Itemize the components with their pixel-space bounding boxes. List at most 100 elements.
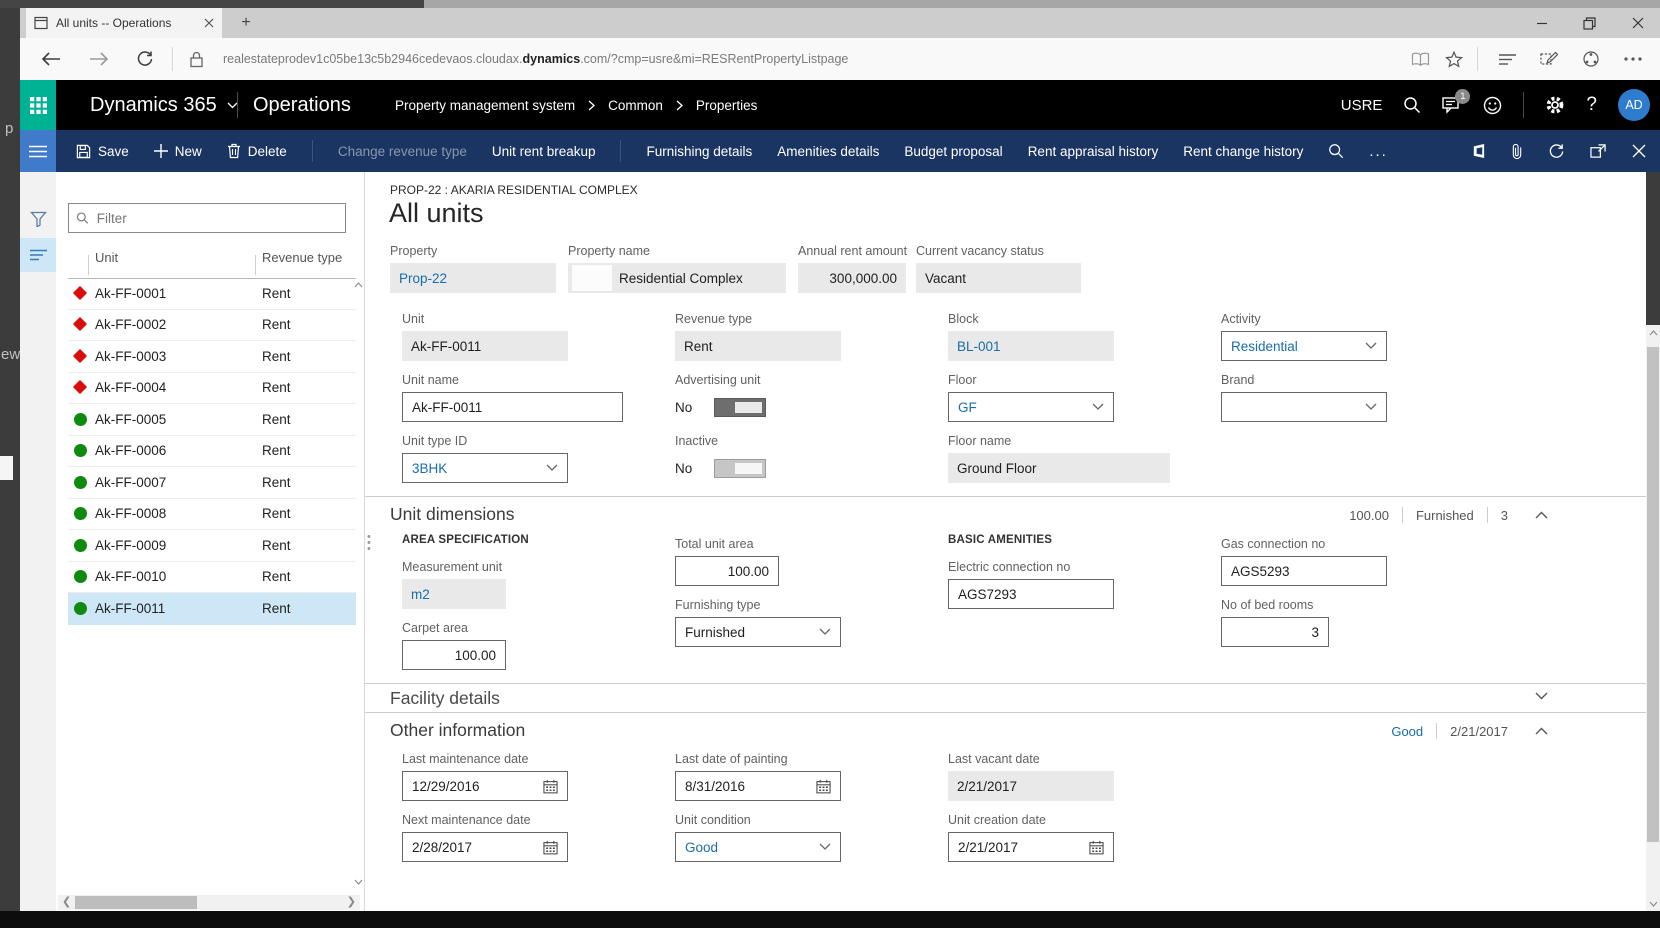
- tab-close-icon[interactable]: [204, 18, 214, 28]
- close-pane-icon[interactable]: [1632, 144, 1646, 158]
- unit-type-id-select[interactable]: 3BHK: [402, 453, 568, 483]
- office-icon[interactable]: [1471, 143, 1486, 159]
- delete-button[interactable]: Delete: [227, 143, 287, 159]
- electric-connection-input[interactable]: AGS7293: [948, 579, 1114, 609]
- collapse-chevron-up-icon[interactable]: [1535, 511, 1548, 519]
- last-date-of-painting-input[interactable]: 8/31/2016: [675, 771, 841, 801]
- menu-hamburger-icon[interactable]: [20, 130, 56, 172]
- list-item[interactable]: Ak-FF-0007Rent: [68, 467, 356, 499]
- settings-icon[interactable]: [1545, 95, 1565, 115]
- column-header-unit[interactable]: Unit: [95, 250, 118, 265]
- breadcrumb-item[interactable]: Property management system: [395, 98, 575, 113]
- block-link[interactable]: BL-001: [957, 339, 1001, 354]
- unit-rent-breakup-button[interactable]: Unit rent breakup: [492, 144, 596, 159]
- property-link[interactable]: Prop-22: [399, 271, 447, 286]
- scroll-up-icon[interactable]: [1646, 330, 1660, 336]
- forward-button[interactable]: [82, 42, 116, 76]
- list-item[interactable]: Ak-FF-0006Rent: [68, 435, 356, 467]
- unit-name-input[interactable]: Ak-FF-0011: [402, 392, 623, 422]
- breadcrumb-item[interactable]: Properties: [696, 98, 758, 113]
- brand-select[interactable]: [1221, 392, 1387, 422]
- collapse-chevron-up-icon[interactable]: [1535, 727, 1548, 735]
- next-maintenance-date-input[interactable]: 2/28/2017: [402, 832, 568, 862]
- share-icon[interactable]: [1574, 42, 1608, 76]
- back-button[interactable]: [34, 42, 68, 76]
- filter-field[interactable]: [68, 203, 346, 233]
- inactive-toggle[interactable]: [714, 459, 766, 478]
- advertising-unit-toggle[interactable]: [714, 398, 766, 417]
- scrollbar-thumb[interactable]: [1647, 347, 1659, 842]
- app-launcher-icon[interactable]: [20, 80, 56, 130]
- hub-icon[interactable]: [1490, 42, 1524, 76]
- unit-condition-select[interactable]: Good: [675, 832, 841, 862]
- calendar-icon[interactable]: [543, 779, 558, 794]
- window-close-button[interactable]: [1615, 8, 1660, 38]
- furnishing-details-button[interactable]: Furnishing details: [646, 144, 752, 159]
- breadcrumb-item[interactable]: Common: [608, 98, 663, 113]
- list-item-selected[interactable]: Ak-FF-0011Rent: [68, 593, 356, 625]
- open-in-new-window-icon[interactable]: [1590, 143, 1607, 159]
- form-vertical-scrollbar[interactable]: [1646, 325, 1660, 911]
- scroll-down-icon[interactable]: [1646, 901, 1660, 907]
- list-view-icon[interactable]: [20, 238, 56, 272]
- list-item[interactable]: Ak-FF-0010Rent: [68, 561, 356, 593]
- scroll-left-icon[interactable]: ❮: [62, 895, 71, 910]
- favorites-star-icon[interactable]: [1437, 42, 1471, 76]
- last-maintenance-date-input[interactable]: 12/29/2016: [402, 771, 568, 801]
- list-item[interactable]: Ak-FF-0009Rent: [68, 530, 356, 562]
- budget-proposal-button[interactable]: Budget proposal: [904, 144, 1002, 159]
- bed-rooms-input[interactable]: 3: [1221, 617, 1329, 647]
- section-other-information[interactable]: Other information Good 2/21/2017: [365, 712, 1646, 749]
- section-unit-dimensions[interactable]: Unit dimensions 100.00 Furnished 3: [365, 496, 1646, 533]
- calendar-icon[interactable]: [543, 840, 558, 855]
- total-unit-area-input[interactable]: 100.00: [675, 556, 779, 586]
- list-item[interactable]: Ak-FF-0003Rent: [68, 341, 356, 373]
- save-button[interactable]: Save: [76, 144, 129, 159]
- list-item[interactable]: Ak-FF-0008Rent: [68, 498, 356, 530]
- section-facility-details[interactable]: Facility details: [365, 683, 1646, 713]
- filter-icon[interactable]: [20, 202, 56, 236]
- calendar-icon[interactable]: [816, 779, 831, 794]
- list-item[interactable]: Ak-FF-0002Rent: [68, 309, 356, 341]
- amenities-details-button[interactable]: Amenities details: [777, 144, 879, 159]
- column-header-revenue-type[interactable]: Revenue type: [262, 250, 342, 265]
- reading-view-icon[interactable]: [1403, 42, 1437, 76]
- web-note-icon[interactable]: [1532, 42, 1566, 76]
- expand-chevron-down-icon[interactable]: [1535, 692, 1548, 700]
- notifications-icon[interactable]: 1: [1442, 96, 1462, 114]
- avatar[interactable]: AD: [1618, 89, 1650, 121]
- brand-menu[interactable]: Dynamics 365: [90, 80, 238, 130]
- new-tab-button[interactable]: +: [234, 12, 258, 36]
- lock-icon[interactable]: [179, 42, 213, 76]
- window-minimize-button[interactable]: [1519, 8, 1564, 38]
- help-icon[interactable]: ?: [1586, 94, 1597, 116]
- carpet-area-input[interactable]: 100.00: [402, 640, 506, 670]
- rent-change-history-button[interactable]: Rent change history: [1183, 144, 1303, 159]
- refresh-icon[interactable]: [1548, 143, 1565, 160]
- furnishing-type-select[interactable]: Furnished: [675, 617, 841, 647]
- list-item[interactable]: Ak-FF-0001Rent: [68, 278, 356, 310]
- activity-select[interactable]: Residential: [1221, 331, 1387, 361]
- filter-input[interactable]: [95, 210, 338, 227]
- splitter-handle[interactable]: •••: [367, 534, 371, 552]
- list-item[interactable]: Ak-FF-0004Rent: [68, 372, 356, 404]
- window-restore-button[interactable]: [1567, 8, 1612, 38]
- actionbar-more-icon[interactable]: ...: [1369, 143, 1388, 160]
- search-icon[interactable]: [1403, 96, 1421, 114]
- browser-tab[interactable]: All units -- Operations: [26, 8, 222, 38]
- browser-more-icon[interactable]: [1616, 42, 1650, 76]
- scrollbar-thumb[interactable]: [75, 896, 197, 909]
- gas-connection-input[interactable]: AGS5293: [1221, 556, 1387, 586]
- unit-creation-date-input[interactable]: 2/21/2017: [948, 832, 1114, 862]
- floor-select[interactable]: GF: [948, 392, 1114, 422]
- attachments-icon[interactable]: [1511, 143, 1523, 160]
- rent-appraisal-history-button[interactable]: Rent appraisal history: [1028, 144, 1159, 159]
- url-address[interactable]: realestateprodev1c05be13c5b2946cedevaos.…: [223, 52, 1403, 66]
- list-horizontal-scrollbar[interactable]: ❮ ❯: [58, 895, 360, 910]
- feedback-icon[interactable]: [1483, 96, 1502, 115]
- list-scroll-down-icon[interactable]: [354, 879, 363, 885]
- company-selector[interactable]: USRE: [1341, 97, 1383, 114]
- refresh-button[interactable]: [128, 42, 162, 76]
- new-button[interactable]: New: [154, 144, 202, 159]
- calendar-icon[interactable]: [1089, 840, 1104, 855]
